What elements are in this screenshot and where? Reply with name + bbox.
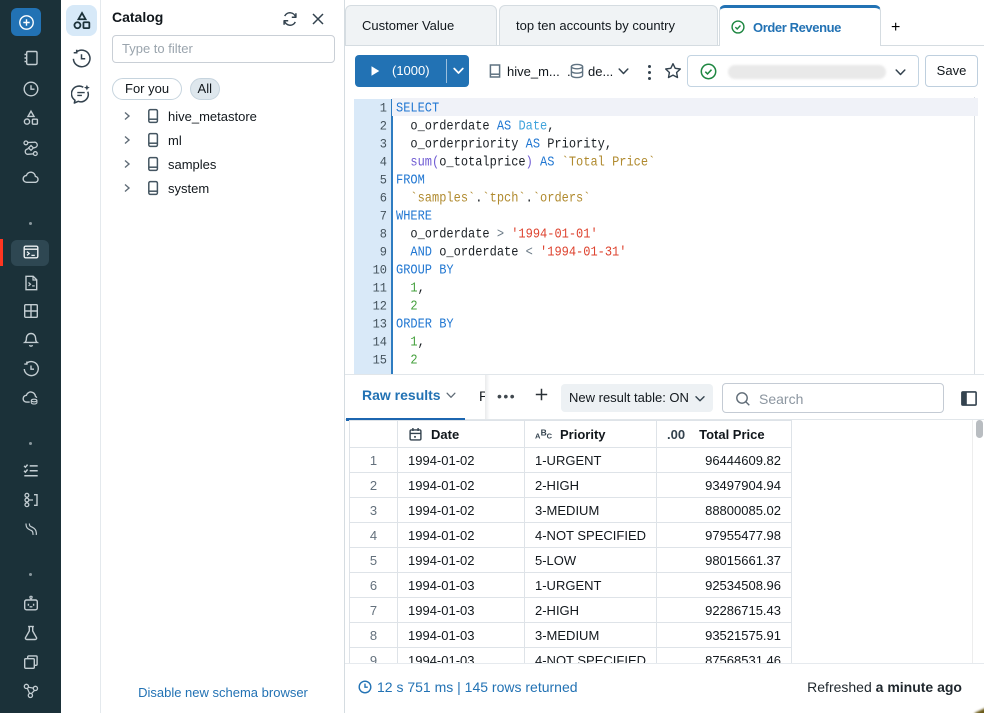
svg-text:C: C [547,431,552,440]
